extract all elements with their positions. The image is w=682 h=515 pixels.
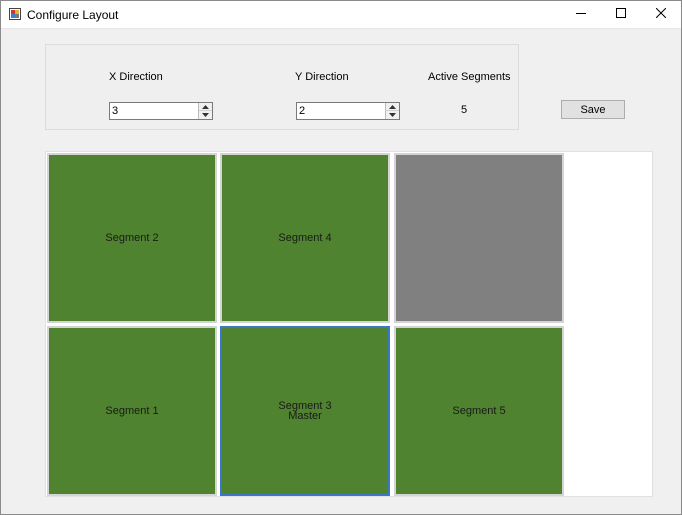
active-segments-value: 5 xyxy=(461,104,468,116)
maximize-button[interactable] xyxy=(599,1,643,28)
caret-down-icon xyxy=(202,113,209,117)
x-direction-input[interactable] xyxy=(112,104,196,118)
x-direction-up-button[interactable] xyxy=(199,103,212,111)
segment-tile[interactable]: Segment 4 xyxy=(220,153,390,323)
segment-sublabel: Master xyxy=(288,410,322,422)
x-direction-stepper[interactable] xyxy=(109,102,213,120)
segment-tile[interactable]: Segment 1 xyxy=(47,326,217,496)
close-button[interactable] xyxy=(639,1,682,28)
minimize-button[interactable] xyxy=(559,1,603,28)
title-bar[interactable]: Configure Layout xyxy=(1,1,681,29)
configure-layout-window: Configure Layout X Direction 3 Y Directi… xyxy=(0,0,682,515)
segment-tile[interactable]: Segment 5 xyxy=(394,326,564,496)
caret-up-icon xyxy=(202,104,209,109)
caret-up-icon xyxy=(389,104,396,109)
y-direction-input[interactable] xyxy=(299,104,383,118)
y-direction-label: Y Direction xyxy=(295,71,349,83)
segment-grid: Segment 2 Segment 4 Segment 1 Segment 3 … xyxy=(45,151,653,497)
x-direction-spin-buttons[interactable] xyxy=(198,103,212,119)
window-title: Configure Layout xyxy=(27,8,119,22)
maximize-icon xyxy=(616,8,626,21)
segment-tile-inactive[interactable] xyxy=(394,153,564,323)
x-direction-label: X Direction xyxy=(109,71,163,83)
settings-panel: X Direction Y Direction xyxy=(45,44,519,130)
segment-label: Segment 2 xyxy=(105,232,159,244)
segment-label: Segment 5 xyxy=(452,405,506,417)
x-direction-down-button[interactable] xyxy=(199,111,212,119)
app-icon xyxy=(9,8,21,20)
segment-tile[interactable]: Segment 2 xyxy=(47,153,217,323)
save-button[interactable]: Save xyxy=(561,100,625,119)
active-segments-label: Active Segments xyxy=(428,71,511,83)
y-direction-stepper[interactable] xyxy=(296,102,400,120)
y-direction-up-button[interactable] xyxy=(386,103,399,111)
y-direction-spin-buttons[interactable] xyxy=(385,103,399,119)
segment-label: Segment 4 xyxy=(278,232,332,244)
minimize-icon xyxy=(576,8,586,21)
segment-tile-master[interactable]: Segment 3 Master xyxy=(220,326,390,496)
y-direction-down-button[interactable] xyxy=(386,111,399,119)
segment-label: Segment 1 xyxy=(105,405,159,417)
caret-down-icon xyxy=(389,113,396,117)
close-icon xyxy=(655,7,667,21)
